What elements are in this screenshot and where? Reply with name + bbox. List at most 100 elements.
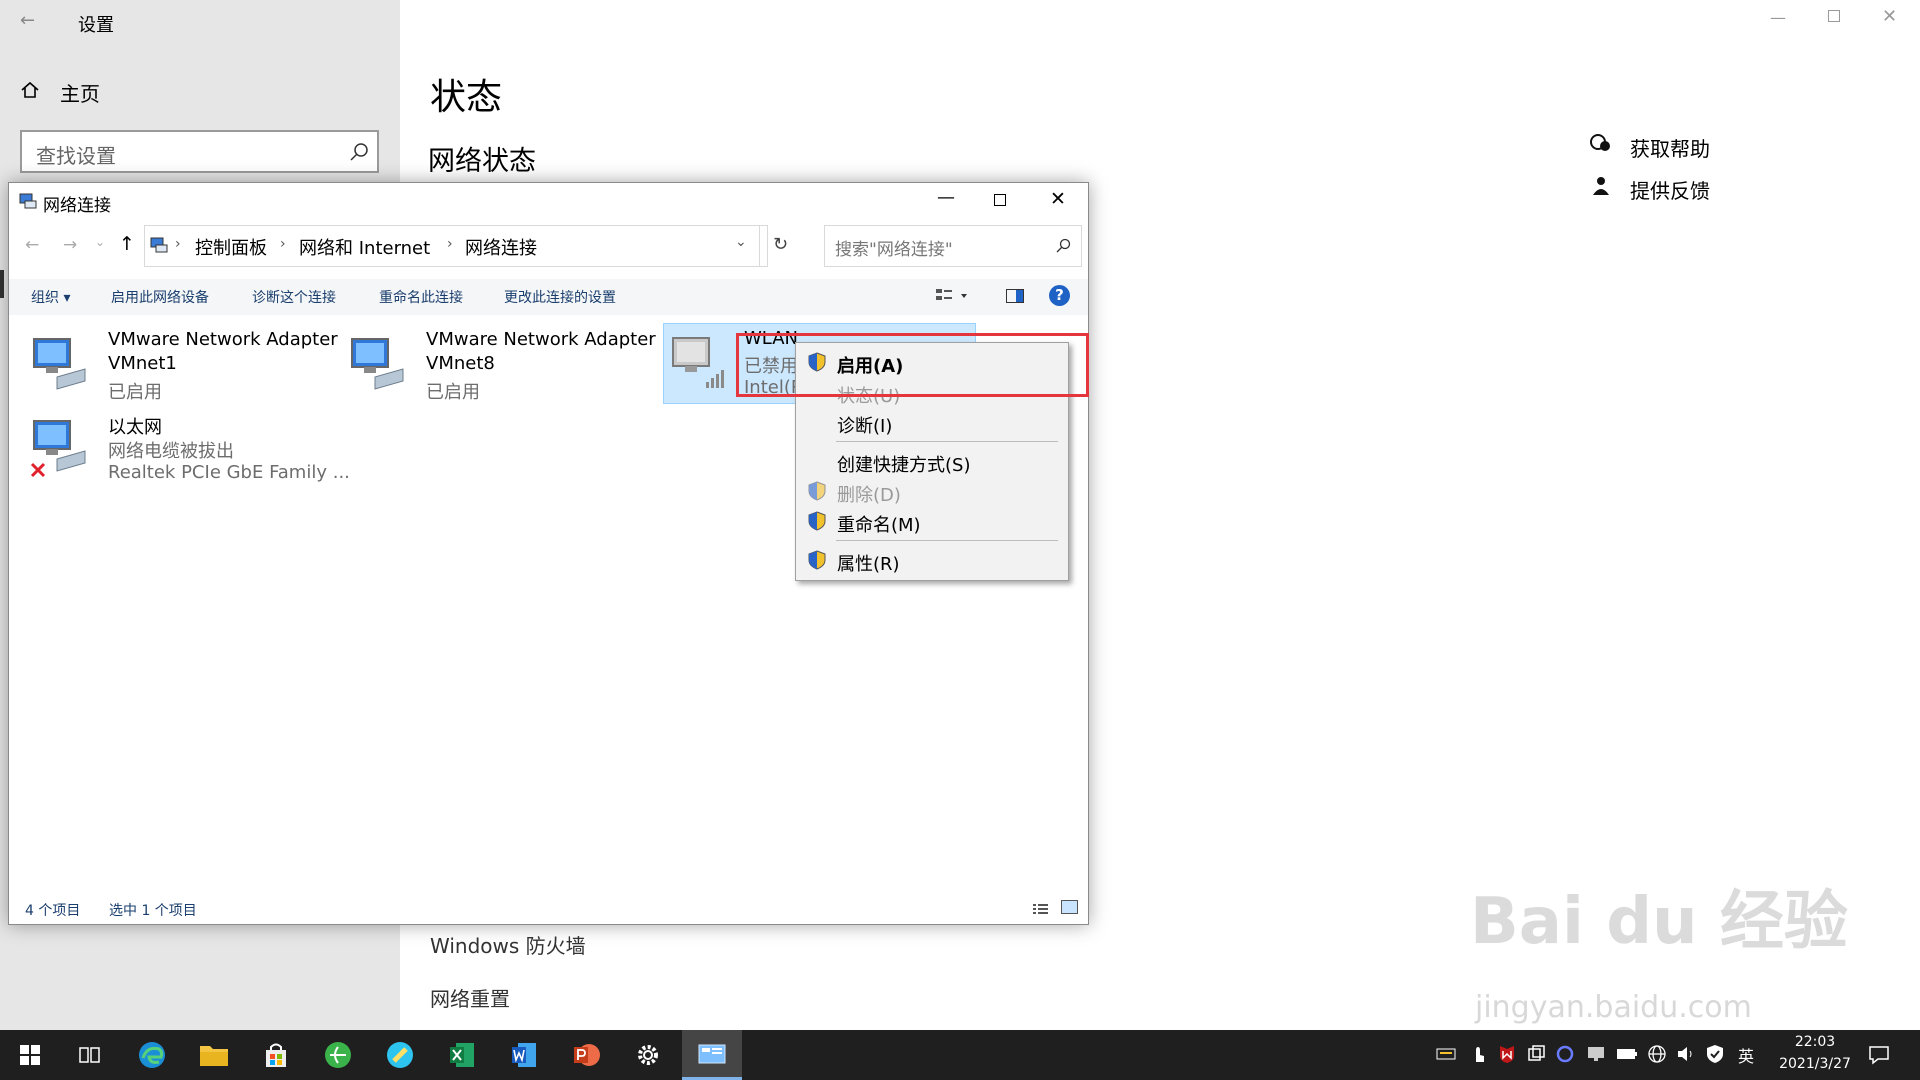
adapter-name-line2: VMnet1 xyxy=(108,353,177,374)
section-title: 网络状态 xyxy=(428,146,536,177)
nav-back-button[interactable]: ← xyxy=(25,235,39,255)
control-panel-icon xyxy=(150,237,168,253)
disconnected-x-icon xyxy=(30,462,46,478)
menu-separator xyxy=(836,441,1058,442)
feedback-link[interactable]: 提供反馈 xyxy=(1630,175,1710,204)
breadcrumb-control-panel[interactable]: 控制面板 xyxy=(195,234,267,260)
back-arrow-icon[interactable]: ← xyxy=(20,10,35,31)
change-settings-button[interactable]: 更改此连接的设置 xyxy=(504,287,616,307)
minimize-button[interactable]: — xyxy=(1770,8,1786,27)
view-options-icon[interactable] xyxy=(935,287,971,309)
nav-forward-button[interactable]: → xyxy=(63,235,77,255)
taskbar-network-connections[interactable] xyxy=(682,1030,742,1080)
menu-item-create-shortcut[interactable]: 创建快捷方式(S) xyxy=(837,451,970,477)
adapter-vmnet1[interactable]: VMware Network Adapter VMnet1 已启用 xyxy=(23,325,343,405)
copy-windows-icon[interactable] xyxy=(1528,1045,1546,1063)
taskbar-file-explorer[interactable] xyxy=(184,1030,244,1080)
address-dropdown-icon[interactable]: ⌄ xyxy=(735,234,747,250)
settings-search-input[interactable]: 查找设置 xyxy=(20,130,379,173)
uac-shield-icon xyxy=(808,481,826,501)
search-icon xyxy=(1056,238,1071,253)
task-view-button[interactable] xyxy=(60,1030,120,1080)
tiles-view-icon[interactable] xyxy=(1061,900,1078,914)
adapter-name: VMware Network Adapter xyxy=(108,329,338,350)
menu-item-diagnose[interactable]: 诊断(I) xyxy=(837,412,892,438)
globe-network-icon[interactable] xyxy=(1647,1044,1667,1064)
recent-dropdown-icon[interactable]: ⌄ xyxy=(95,235,105,249)
uac-shield-icon xyxy=(808,511,826,531)
nav-selection-indicator xyxy=(0,270,4,298)
clock-date[interactable]: 2021/3/27 xyxy=(1770,1056,1860,1072)
win-maximize-button[interactable] xyxy=(994,194,1006,206)
win-close-button[interactable]: ✕ xyxy=(1050,188,1066,210)
taskbar-browser-green[interactable] xyxy=(308,1030,368,1080)
folder-icon xyxy=(200,1046,228,1066)
restore-button[interactable] xyxy=(1828,10,1840,22)
firewall-link[interactable]: Windows 防火墙 xyxy=(430,930,586,959)
diagnose-button[interactable]: 诊断这个连接 xyxy=(252,287,336,307)
adapter-vmnet8[interactable]: VMware Network Adapter VMnet8 已启用 xyxy=(341,325,661,405)
refresh-icon[interactable]: ↻ xyxy=(773,234,788,255)
adapter-name-line2: VMnet8 xyxy=(426,353,495,374)
taskbar-edge[interactable] xyxy=(122,1030,182,1080)
home-link[interactable]: 主页 xyxy=(60,78,100,107)
network-reset-link[interactable]: 网络重置 xyxy=(430,983,510,1012)
win-minimize-button[interactable]: — xyxy=(937,187,955,208)
taskbar-settings[interactable] xyxy=(618,1030,678,1080)
search-icon xyxy=(350,143,368,161)
store-bag-icon xyxy=(266,1043,286,1067)
mcafee-shield-icon[interactable] xyxy=(1498,1044,1516,1064)
ring-app-icon[interactable] xyxy=(1556,1045,1574,1063)
close-button[interactable]: ✕ xyxy=(1882,6,1897,27)
help-button[interactable]: ? xyxy=(1049,285,1070,306)
green-browser-icon xyxy=(325,1042,351,1068)
details-view-icon[interactable] xyxy=(1033,901,1049,914)
settings-title: 设置 xyxy=(78,15,114,36)
feather-app-icon xyxy=(387,1042,413,1068)
get-help-link[interactable]: 获取帮助 xyxy=(1630,133,1710,162)
display-icon[interactable] xyxy=(1586,1045,1606,1063)
breadcrumb-sep-icon: › xyxy=(280,236,286,252)
volume-icon[interactable] xyxy=(1676,1045,1696,1063)
home-icon xyxy=(20,80,40,104)
taskbar-excel[interactable] xyxy=(432,1030,492,1080)
battery-icon[interactable] xyxy=(1616,1047,1638,1061)
taskbar-store[interactable] xyxy=(246,1030,306,1080)
powerpoint-icon xyxy=(574,1044,600,1066)
watermark-url: jingyan.baidu.com xyxy=(1475,990,1752,1025)
taskbar-word[interactable] xyxy=(494,1030,554,1080)
menu-item-properties[interactable]: 属性(R) xyxy=(837,550,900,576)
window-search-input[interactable]: 搜索"网络连接" xyxy=(824,225,1082,267)
network-connections-icon xyxy=(19,193,37,209)
notification-icon[interactable] xyxy=(1868,1045,1890,1065)
keyboard-icon[interactable] xyxy=(1436,1047,1456,1061)
address-divider xyxy=(759,226,760,266)
organize-label: 组织 xyxy=(31,290,59,306)
settings-search-placeholder: 查找设置 xyxy=(36,144,116,168)
ime-indicator[interactable]: 英 xyxy=(1738,1043,1754,1067)
taskbar-app-blue[interactable] xyxy=(370,1030,430,1080)
menu-separator xyxy=(836,540,1058,541)
network-adapter-icon xyxy=(33,338,86,390)
feedback-icon xyxy=(1590,175,1612,201)
adapter-ethernet[interactable]: 以太网 网络电缆被拔出 Realtek PCIe GbE Family ... xyxy=(23,411,350,491)
word-icon xyxy=(512,1043,536,1067)
preview-pane-icon[interactable] xyxy=(1006,289,1024,303)
help-icon xyxy=(1588,132,1612,160)
windows-logo-icon xyxy=(20,1045,40,1065)
start-button[interactable] xyxy=(0,1030,60,1080)
breadcrumb-network-connections[interactable]: 网络连接 xyxy=(465,234,537,260)
enable-device-button[interactable]: 启用此网络设备 xyxy=(111,287,209,307)
nav-up-button[interactable]: ↑ xyxy=(119,233,135,255)
taskbar-powerpoint[interactable] xyxy=(556,1030,616,1080)
rename-button[interactable]: 重命名此连接 xyxy=(379,287,463,307)
menu-item-rename[interactable]: 重命名(M) xyxy=(837,511,921,537)
security-shield-icon[interactable] xyxy=(1706,1044,1724,1064)
breadcrumb-network-internet[interactable]: 网络和 Internet xyxy=(299,234,430,260)
organize-menu[interactable]: 组织 ▾ xyxy=(31,287,70,307)
adapter-device: Realtek PCIe GbE Family ... xyxy=(108,462,350,483)
touch-icon[interactable] xyxy=(1468,1044,1486,1064)
address-bar[interactable]: › 控制面板 › 网络和 Internet › 网络连接 ⌄ ↻ xyxy=(144,225,788,267)
watermark-brand: Bai du 经验 xyxy=(1470,885,1848,959)
clock-time[interactable]: 22:03 xyxy=(1770,1034,1860,1050)
